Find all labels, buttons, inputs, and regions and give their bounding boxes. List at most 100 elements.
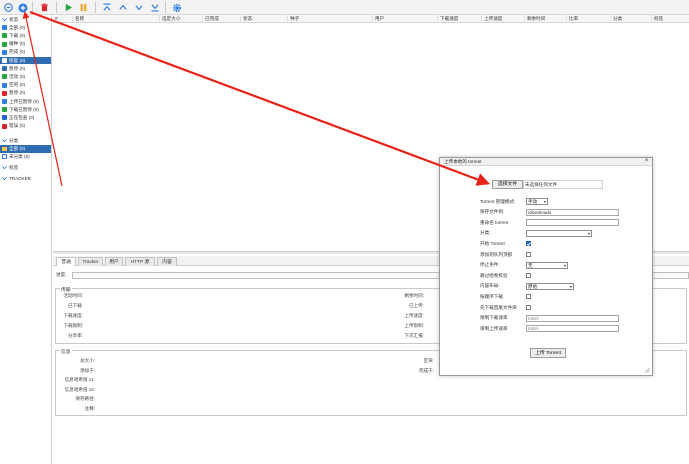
field-label: 完成于: (418, 367, 434, 373)
link-icon (4, 3, 13, 12)
add-link-button[interactable] (2, 1, 15, 14)
tab-3[interactable]: HTTP 源 (125, 257, 155, 266)
sidebar-item-label: 恢复 (0) (9, 57, 26, 63)
dialog-label: 按顺序下载 (480, 293, 503, 299)
delete-button[interactable] (38, 1, 51, 14)
column-header[interactable]: 种子 (288, 15, 373, 23)
tab-1[interactable]: Tracker (78, 257, 103, 266)
transfer-legend: 传输 (60, 286, 72, 293)
column-header[interactable]: 下载速度 (438, 15, 482, 23)
sidebar-item-label: 空闲 (0) (9, 82, 26, 88)
sidebar-item-status-3[interactable]: 完成 (0) (0, 49, 51, 57)
sidebar-item-label: 全部 (0) (9, 24, 26, 30)
sidebar-item-label: 上传已暂停 (0) (9, 98, 39, 104)
sidebar: 状态 全部 (0) 下载 (0) 做种 (0) 完成 (0) 恢复 (0) 暂停 (0) 活… (0, 15, 52, 464)
dialog-select[interactable]: 手动 ▾ (526, 198, 548, 205)
column-header[interactable]: 已完成 (203, 15, 241, 23)
sidebar-category-all[interactable]: 全部 (0) (0, 145, 51, 153)
dialog-select[interactable]: 原始 ▾ (526, 282, 574, 290)
sidebar-item-status-11[interactable]: 正在检查 (0) (0, 114, 51, 122)
column-header[interactable]: 剩余时间 (525, 15, 567, 23)
column-header[interactable]: 状态 (241, 15, 288, 23)
status-header[interactable]: 状态 (0, 16, 51, 24)
sidebar-item-label: 下载已暂停 (0) (9, 106, 39, 112)
dialog-select[interactable]: ▾ (526, 229, 592, 237)
select-value: 原始 (528, 283, 538, 289)
move-top-button[interactable] (100, 1, 113, 14)
dialog-checkbox[interactable] (526, 273, 531, 279)
dialog-checkbox[interactable] (526, 241, 531, 247)
chevron-up-top-icon (102, 3, 111, 11)
field-label: 下次汇报: (404, 333, 424, 338)
chevron-down-icon (2, 18, 7, 22)
tags-header[interactable]: 标签 (0, 164, 51, 172)
column-header[interactable]: 上传速度 (482, 15, 525, 23)
folder-icon (2, 146, 7, 151)
dialog-label: 内容布局: (480, 283, 500, 289)
sidebar-item-status-6[interactable]: 活动 (0) (0, 73, 51, 81)
trackers-header[interactable]: TRACKER (0, 175, 51, 183)
dialog-label: 保存文件到: (480, 209, 505, 215)
move-up-button[interactable] (116, 1, 129, 14)
sidebar-item-label: 下载 (0) (9, 32, 26, 38)
dialog-input[interactable]: KiB/s (526, 325, 619, 333)
sidebar-item-status-4[interactable]: 恢复 (0) (0, 56, 51, 65)
dialog-checkbox[interactable] (526, 305, 531, 310)
sidebar-item-label: 暂停 (0) (9, 65, 26, 71)
chevron-down-icon: ▾ (587, 230, 590, 236)
dialog-input[interactable] (526, 219, 619, 227)
dialog-checkbox[interactable] (526, 252, 531, 257)
sidebar-category-uncategorized[interactable]: 未分类 (0) (0, 153, 51, 161)
resize-grip-icon[interactable] (644, 367, 650, 373)
sidebar-item-status-5[interactable]: 暂停 (0) (0, 65, 51, 73)
close-icon[interactable]: × (643, 158, 650, 165)
sidebar-item-status-10[interactable]: 下载已暂停 (0) (0, 106, 51, 114)
sidebar-item-status-1[interactable]: 下载 (0) (0, 32, 51, 40)
column-header[interactable]: 标签 (652, 15, 689, 23)
sidebar-item-status-8[interactable]: 暂停 (0) (0, 90, 51, 98)
checking-icon (2, 115, 7, 121)
sidebar-item-label: 活动 (0) (9, 73, 26, 79)
dialog-input[interactable]: KiB/s (526, 314, 619, 322)
error-icon (2, 123, 7, 129)
field-label: 信息哈希值 v2: (64, 386, 95, 392)
sidebar-item-status-7[interactable]: 空闲 (0) (0, 81, 51, 89)
all-icon (2, 25, 7, 31)
move-down-button[interactable] (132, 1, 145, 14)
upload-torrent-button[interactable]: 上传 Torrent (530, 348, 566, 358)
move-bottom-button[interactable] (148, 1, 161, 14)
choose-file-button[interactable]: 选择文件 (492, 180, 523, 189)
field-label: 保存路径: (75, 396, 95, 401)
dialog-input[interactable]: /downloads (526, 208, 619, 216)
paused-icon (2, 66, 7, 72)
sidebar-item-label: 正在检查 (0) (9, 114, 35, 120)
dialog-titlebar[interactable]: 上传本地的 torrent × (440, 158, 652, 166)
options-button[interactable] (170, 1, 183, 14)
add-torrent-file-button[interactable] (16, 1, 29, 14)
dialog-select[interactable]: 无 ▾ (526, 261, 568, 269)
sidebar-item-status-12[interactable]: 错误 (0) (0, 122, 51, 130)
tab-4[interactable]: 内容 (157, 257, 177, 266)
sidebar-item-status-9[interactable]: 上传已暂停 (0) (0, 98, 51, 106)
resume-button[interactable] (62, 1, 75, 14)
column-header[interactable]: 选定大小 (160, 15, 203, 23)
column-header[interactable]: 用户 (373, 15, 438, 23)
category-header[interactable]: 分类 (0, 137, 51, 145)
tab-0[interactable]: 普通 (56, 257, 76, 266)
dialog-label: Torrent 管理模式: (480, 198, 516, 204)
pause-button[interactable] (77, 1, 90, 14)
dialog-label: 跳过哈希校验 (480, 272, 508, 278)
select-value: 手动 (528, 199, 538, 204)
field-label: 注释: (84, 405, 95, 411)
resumed-icon (2, 58, 7, 64)
field-label: 已上传: (408, 303, 424, 308)
column-header[interactable]: 分类 (611, 15, 652, 23)
column-header[interactable]: # (53, 15, 73, 23)
column-header[interactable]: 名称 (73, 15, 160, 23)
sidebar-item-status-0[interactable]: 全部 (0) (0, 24, 51, 32)
dialog-label: 重命名 torrent (480, 219, 509, 225)
tab-2[interactable]: 用户 (105, 257, 123, 266)
column-header[interactable]: 比率 (567, 15, 611, 23)
sidebar-item-status-2[interactable]: 做种 (0) (0, 40, 51, 48)
dialog-checkbox[interactable] (526, 294, 531, 300)
